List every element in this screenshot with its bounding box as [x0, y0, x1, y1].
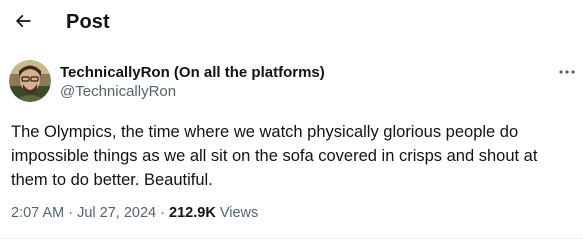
views-label: Views [219, 205, 259, 221]
arrow-left-icon [13, 11, 33, 36]
profile-photo [9, 60, 51, 102]
page-header: Post [0, 0, 583, 46]
tweet-date: Jul 27, 2024 [77, 205, 157, 221]
tweet-text-line: them to do better. Beautiful. [11, 171, 213, 189]
tweet-text-line: impossible things as we all sit on the s… [11, 147, 538, 165]
author-display-name[interactable]: TechnicallyRon (On all the platforms) [60, 64, 325, 82]
tweet-meta: 2:07 AM · Jul 27, 2024 · 212.9K Views [11, 204, 258, 222]
avatar[interactable] [9, 60, 51, 102]
tweet-text: The Olympics, the time where we watch ph… [11, 120, 579, 192]
more-options-button[interactable] [555, 64, 579, 78]
tweet-timestamp[interactable]: 2:07 AM · Jul 27, 2024 [11, 205, 156, 221]
back-button[interactable] [7, 7, 39, 39]
views-count: 212.9K [169, 205, 216, 221]
author-handle[interactable]: @TechnicallyRon [60, 83, 176, 101]
tweet-time: 2:07 AM [11, 205, 65, 221]
meta-separator: · [160, 205, 165, 221]
post-page: Post TechnicallyRon (On all the platform… [0, 0, 583, 241]
divider [0, 238, 583, 239]
tweet-text-line: The Olympics, the time where we watch ph… [11, 123, 519, 141]
page-title: Post [66, 11, 110, 33]
meta-separator: · [68, 205, 74, 221]
ellipsis-icon [558, 62, 576, 80]
